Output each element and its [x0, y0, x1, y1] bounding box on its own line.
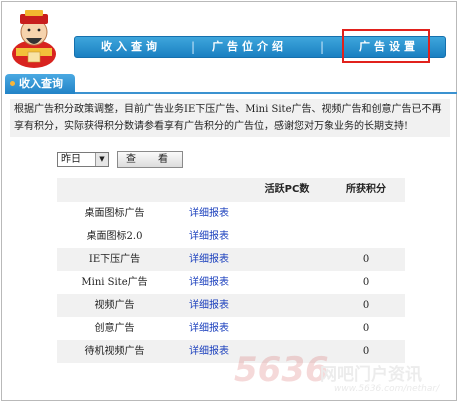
watermark-brand: 5636 [234, 350, 329, 390]
ad-settings-highlight [342, 29, 430, 63]
detail-report-link[interactable]: 详细报表 [189, 248, 249, 271]
ad-type-name: Mini Site广告 [81, 277, 148, 288]
ad-type-name: 创意广告 [94, 323, 135, 334]
table-row: 视频广告 详细报表 0 [57, 294, 405, 317]
period-select-value: 昨日 [61, 154, 81, 165]
points-value [327, 225, 405, 248]
header-active-pc: 活跃PC数 [264, 184, 310, 195]
ad-type-name: IE下压广告 [88, 254, 141, 265]
table-row: 桌面图标广告 详细报表 [57, 202, 405, 225]
table-row: 创意广告 详细报表 0 [57, 317, 405, 340]
tab-label: 收入查询 [19, 77, 63, 90]
chevron-down-icon[interactable]: ▼ [95, 153, 108, 166]
active-pc-value [247, 271, 327, 294]
nav-separator: | [320, 40, 325, 54]
ad-type-name: 桌面图标2.0 [86, 231, 143, 242]
points-value [327, 202, 405, 225]
detail-report-link[interactable]: 详细报表 [189, 294, 249, 317]
header-report [189, 178, 249, 201]
nav-income-query[interactable]: 收入查询 [101, 37, 161, 57]
detail-report-link[interactable]: 详细报表 [189, 317, 249, 340]
active-pc-value [247, 317, 327, 340]
dot-icon [10, 81, 15, 86]
period-select[interactable]: 昨日 ▼ [57, 152, 109, 167]
detail-report-link[interactable]: 详细报表 [189, 202, 249, 225]
active-pc-value [247, 225, 327, 248]
detail-report-link[interactable]: 详细报表 [189, 271, 249, 294]
table-row: Mini Site广告 详细报表 0 [57, 271, 405, 294]
watermark-url: www.5636.com/nethar/ [334, 384, 440, 394]
table-header-row: 活跃PC数 所获积分 [57, 178, 405, 202]
points-value: 0 [362, 323, 370, 334]
header-name [57, 178, 172, 201]
points-value: 0 [362, 300, 370, 311]
table-row: IE下压广告 详细报表 0 [57, 248, 405, 271]
points-value: 0 [362, 254, 370, 265]
site-watermark: 5636 网吧门户资讯 www.5636.com/nethar/ [234, 350, 456, 400]
active-pc-value [247, 202, 327, 225]
nav-separator: | [191, 40, 196, 54]
ad-type-name: 视频广告 [94, 300, 135, 311]
fortune-god-mascot-icon [12, 10, 56, 68]
tab-income-query[interactable]: 收入查询 [5, 74, 75, 94]
header-points: 所获积分 [346, 184, 386, 195]
view-button[interactable]: 查 看 [117, 151, 183, 168]
ad-type-name: 桌面图标广告 [84, 208, 145, 219]
table-row: 桌面图标2.0 详细报表 [57, 225, 405, 248]
ad-type-name: 待机视频广告 [84, 346, 145, 357]
detail-report-link[interactable]: 详细报表 [189, 225, 249, 248]
active-pc-value [247, 294, 327, 317]
policy-notice: 根据广告积分政策调整，目前广告业务IE下压广告、Mini Site广告、视频广告… [10, 99, 450, 137]
active-pc-value [247, 248, 327, 271]
section-tab-bar: 收入查询 [5, 74, 457, 94]
points-value: 0 [362, 277, 370, 288]
app-frame: 收入查询 | 广告位介绍 | 广告设置 收入查询 根据广告积分政策调整，目前广告… [1, 1, 457, 401]
watermark-name: 网吧门户资讯 [320, 365, 422, 385]
nav-ad-slot-intro[interactable]: 广告位介绍 [212, 37, 287, 57]
income-table: 活跃PC数 所获积分 桌面图标广告 详细报表 桌面图标2.0 详细报表 IE下压… [57, 178, 405, 363]
